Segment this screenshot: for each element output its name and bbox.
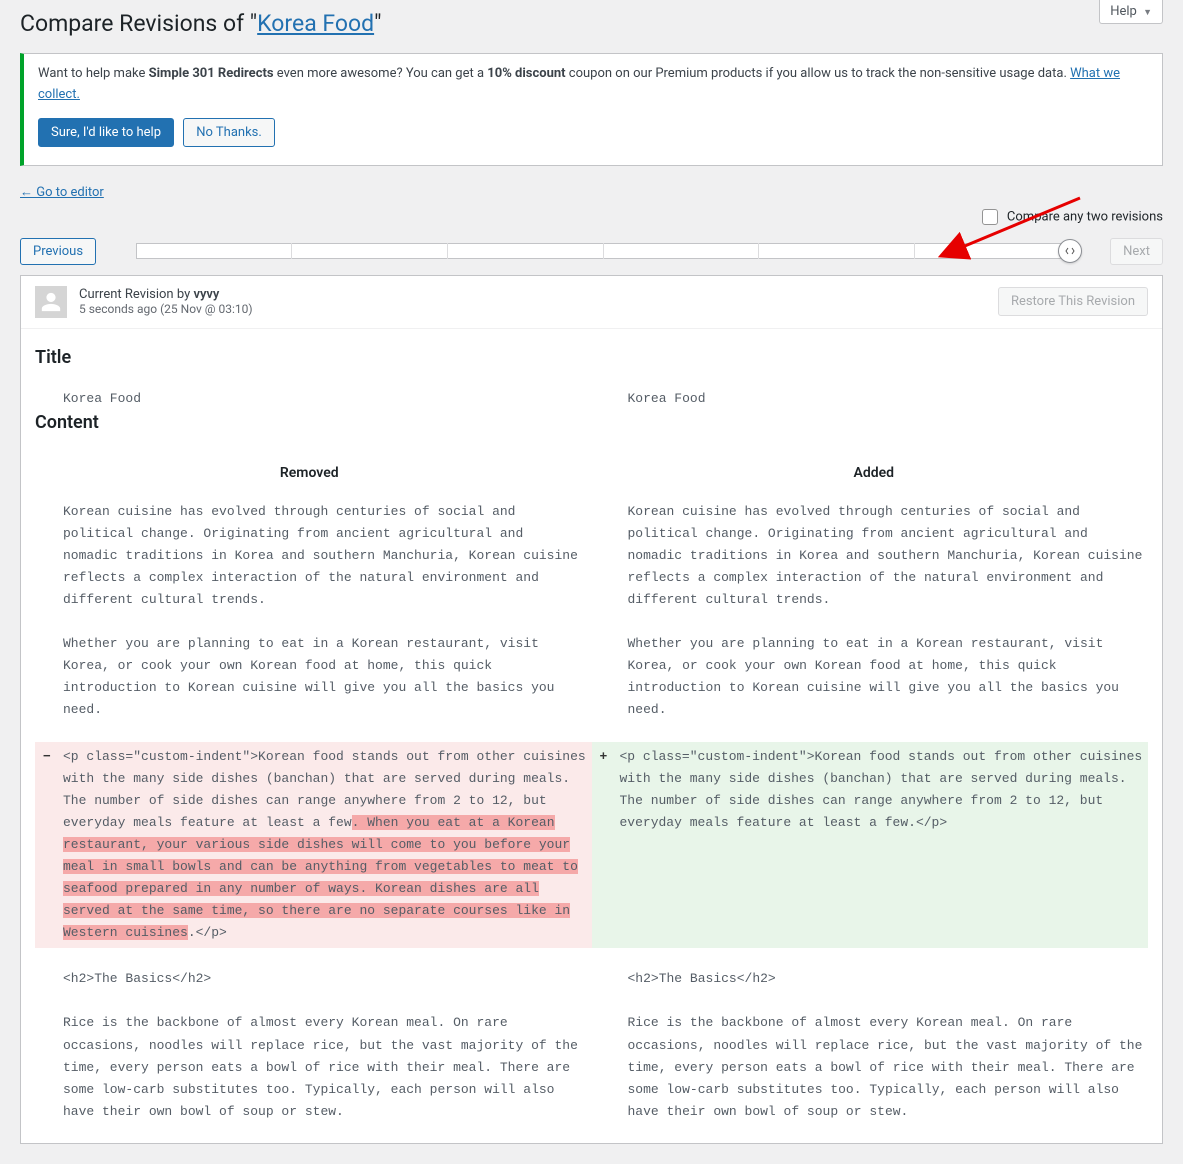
avatar <box>35 286 67 318</box>
page-title: Compare Revisions of "Korea Food" <box>20 10 1163 37</box>
help-tab[interactable]: Help ▼ <box>1099 0 1163 24</box>
previous-button[interactable]: Previous <box>20 238 96 265</box>
rice-new: Rice is the backbone of almost every Kor… <box>600 1010 1149 1124</box>
title-prefix: Compare Revisions of " <box>20 10 257 37</box>
restore-revision-button: Restore This Revision <box>998 287 1148 316</box>
title-suffix: " <box>374 10 381 37</box>
plus-icon: + <box>600 746 608 768</box>
revision-slider[interactable] <box>136 241 1070 261</box>
para1-new: Korean cuisine has evolved through centu… <box>600 499 1149 613</box>
revision-meta: Current Revision by vyvy 5 seconds ago (… <box>79 287 253 316</box>
minus-icon: − <box>43 746 51 768</box>
section-content-heading: Content <box>35 412 1148 433</box>
chevron-down-icon: ▼ <box>1143 8 1152 18</box>
removed-highlight: . When you eat at a Korean restaurant, y… <box>63 815 578 940</box>
para1-old: Korean cuisine has evolved through centu… <box>35 499 584 613</box>
author-name: vyvy <box>193 287 219 302</box>
basics-old: <h2>The Basics</h2> <box>35 966 584 992</box>
revision-panel: Current Revision by vyvy 5 seconds ago (… <box>20 275 1163 1144</box>
slider-handle[interactable] <box>1058 239 1082 263</box>
added-heading: Added <box>600 465 1149 481</box>
tracking-notice: Want to help make Simple 301 Redirects e… <box>20 53 1163 166</box>
diff-removed-block: − <p class="custom-indent">Korean food s… <box>35 742 592 949</box>
para2-old: Whether you are planning to eat in a Kor… <box>35 631 584 723</box>
title-old: Korea Food <box>35 386 584 412</box>
grip-icon <box>1065 246 1075 256</box>
title-new: Korea Food <box>600 386 1149 412</box>
compare-any-label[interactable]: Compare any two revisions <box>978 206 1163 228</box>
compare-any-checkbox[interactable] <box>982 209 998 225</box>
section-title-heading: Title <box>35 347 1148 368</box>
post-title-link[interactable]: Korea Food <box>257 10 374 37</box>
help-label: Help <box>1110 4 1137 19</box>
removed-heading: Removed <box>35 465 584 481</box>
diff-added-block: + <p class="custom-indent">Korean food s… <box>592 742 1149 949</box>
rice-old: Rice is the backbone of almost every Kor… <box>35 1010 584 1124</box>
para2-new: Whether you are planning to eat in a Kor… <box>600 631 1149 723</box>
next-button: Next <box>1110 238 1163 265</box>
notice-text: Want to help make Simple 301 Redirects e… <box>38 64 1148 106</box>
help-no-button[interactable]: No Thanks. <box>183 118 275 147</box>
user-icon <box>40 291 62 313</box>
help-yes-button[interactable]: Sure, I'd like to help <box>38 118 174 147</box>
basics-new: <h2>The Basics</h2> <box>600 966 1149 992</box>
go-to-editor-link[interactable]: ← Go to editor <box>20 184 104 200</box>
